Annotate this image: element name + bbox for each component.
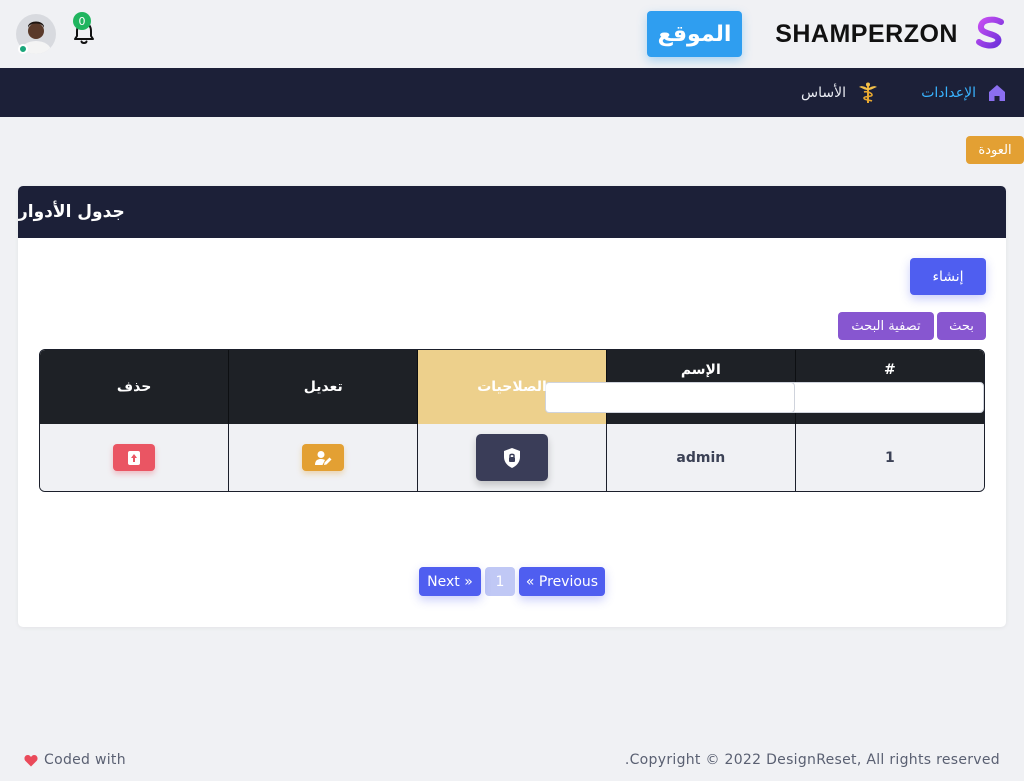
site-button[interactable]: الموقع bbox=[647, 11, 742, 57]
s-logo-icon bbox=[976, 16, 1004, 49]
table-row: 1 admin bbox=[40, 424, 984, 491]
column-label-name: الإسم bbox=[680, 361, 721, 378]
heart-icon bbox=[24, 754, 38, 767]
pagination-previous[interactable]: « Previous bbox=[519, 567, 605, 596]
trash-icon bbox=[128, 450, 141, 465]
edit-button[interactable] bbox=[302, 444, 345, 471]
card-header: جدول الأدوار bbox=[18, 186, 1006, 238]
pagination-next[interactable]: Next » bbox=[419, 567, 481, 596]
avatar[interactable] bbox=[16, 14, 56, 54]
home-icon bbox=[988, 84, 1006, 102]
footer-coded-label: Coded with bbox=[44, 752, 126, 768]
roles-card: جدول الأدوار إنشاء بحث تصفية البحث # الإ… bbox=[18, 186, 1006, 627]
nav-item-settings[interactable]: الإعدادات bbox=[921, 68, 1006, 117]
cell-name: admin bbox=[605, 424, 796, 491]
pagination-page-1[interactable]: 1 bbox=[485, 567, 515, 596]
column-header-name: الإسم bbox=[544, 350, 796, 424]
table-header-row: # الإسم الصلاحيات تعديل حذف bbox=[40, 350, 984, 424]
footer-coded-with: Coded with bbox=[24, 752, 126, 768]
brand-name: SHAMPERZON bbox=[775, 19, 958, 48]
delete-button[interactable] bbox=[113, 444, 156, 471]
column-header-edit: تعديل bbox=[228, 350, 418, 424]
user-edit-icon bbox=[315, 450, 332, 465]
cell-delete bbox=[40, 424, 229, 491]
shield-lock-icon bbox=[504, 447, 520, 468]
search-button[interactable]: بحث bbox=[937, 312, 986, 340]
nav-item-basics[interactable]: الأساس bbox=[801, 68, 878, 117]
permissions-button[interactable] bbox=[476, 434, 548, 481]
top-header: SHAMPERZON الموقع 0 bbox=[0, 0, 1024, 68]
online-status-dot bbox=[18, 44, 28, 54]
filter-name-input[interactable] bbox=[544, 381, 795, 413]
cell-permissions bbox=[417, 424, 607, 491]
brand[interactable]: SHAMPERZON bbox=[775, 14, 1008, 54]
notification-count-badge: 0 bbox=[73, 12, 91, 30]
cell-id: 1 bbox=[794, 424, 984, 491]
main-nav: الإعدادات الأساس bbox=[0, 68, 1024, 117]
column-label-id: # bbox=[883, 361, 896, 378]
create-button[interactable]: إنشاء bbox=[910, 258, 986, 295]
cell-edit bbox=[228, 424, 418, 491]
nav-settings-label: الإعدادات bbox=[921, 84, 976, 101]
footer-copyright: Copyright © 2022 DesignReset, All rights… bbox=[624, 752, 1000, 768]
caduceus-icon bbox=[858, 82, 878, 104]
column-header-id: # bbox=[734, 350, 984, 424]
roles-table: # الإسم الصلاحيات تعديل حذف 1 admin bbox=[39, 349, 985, 492]
nav-basics-label: الأساس bbox=[801, 84, 846, 101]
filter-search-button[interactable]: تصفية البحث bbox=[838, 312, 934, 340]
column-header-delete: حذف bbox=[40, 350, 229, 424]
card-title: جدول الأدوار bbox=[18, 202, 125, 222]
back-button[interactable]: العودة bbox=[966, 136, 1024, 164]
